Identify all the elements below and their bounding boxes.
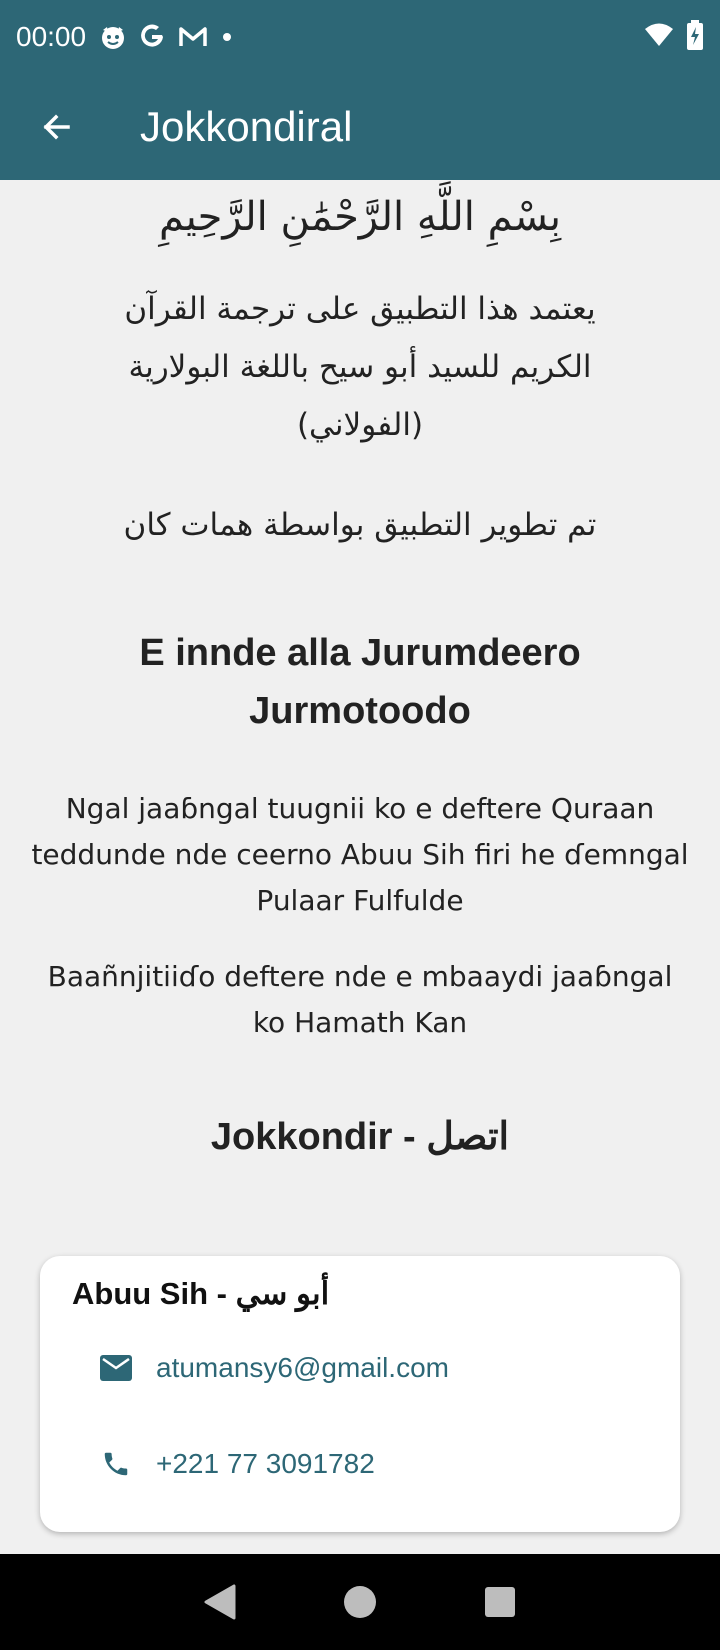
arabic-description: يعتمد هذا التطبيق على ترجمة القرآن الكري… (124, 291, 596, 443)
about-content: بِسْمِ اللَّهِ الرَّحْمَٰنِ الرَّحِيمِ ي… (0, 180, 720, 1554)
app-bar: Jokkondiral (0, 74, 720, 180)
fulfulde-developer-credit: Baañnjitiiɗo deftere nde e mbaaydi jaaɓn… (47, 960, 673, 1039)
arabic-developer-credit: تم تطوير التطبيق بواسطة همات كان (123, 507, 597, 543)
nav-home-button[interactable] (290, 1554, 430, 1650)
arrow-back-icon (43, 114, 70, 140)
nav-back-button[interactable] (150, 1554, 290, 1650)
phone-text: +221 77 3091782 (156, 1448, 375, 1479)
back-triangle-icon (204, 1584, 236, 1620)
fulfulde-description: Ngal jaaɓngal tuugnii ko e deftere Quraa… (31, 792, 689, 917)
status-bar: 00:00 (0, 0, 720, 74)
section-heading: E innde alla Jurumdeero Jurmotoodo (139, 632, 581, 732)
recents-square-icon (485, 1587, 515, 1617)
contact-heading: Jokkondir - اتصل (210, 1116, 510, 1158)
app-title: Jokkondiral (140, 103, 353, 150)
system-nav-bar (0, 1554, 720, 1650)
dot-icon (220, 30, 234, 44)
wifi-icon (644, 22, 674, 53)
battery-charging-icon (686, 19, 704, 55)
phone-link[interactable]: +221 77 3091782 (96, 1444, 375, 1484)
phone-icon (96, 1444, 136, 1484)
home-circle-icon (344, 1586, 376, 1618)
email-text: atumansy6@gmail.com (156, 1352, 449, 1383)
bismillah-text: بِسْمِ اللَّهِ الرَّحْمَٰنِ الرَّحِيمِ (158, 194, 562, 240)
contact-name: Abuu Sih - أبو سي (72, 1276, 330, 1311)
gmail-icon (178, 24, 208, 50)
contact-card: Abuu Sih - أبو سي atumansy6@gmail.com +2… (40, 1256, 680, 1532)
cat-face-icon (100, 24, 126, 50)
google-g-icon (138, 23, 166, 51)
nav-recents-button[interactable] (430, 1554, 570, 1650)
email-link[interactable]: atumansy6@gmail.com (96, 1348, 449, 1388)
email-icon (96, 1348, 136, 1388)
status-time: 00:00 (16, 21, 87, 52)
back-button[interactable] (24, 95, 88, 159)
